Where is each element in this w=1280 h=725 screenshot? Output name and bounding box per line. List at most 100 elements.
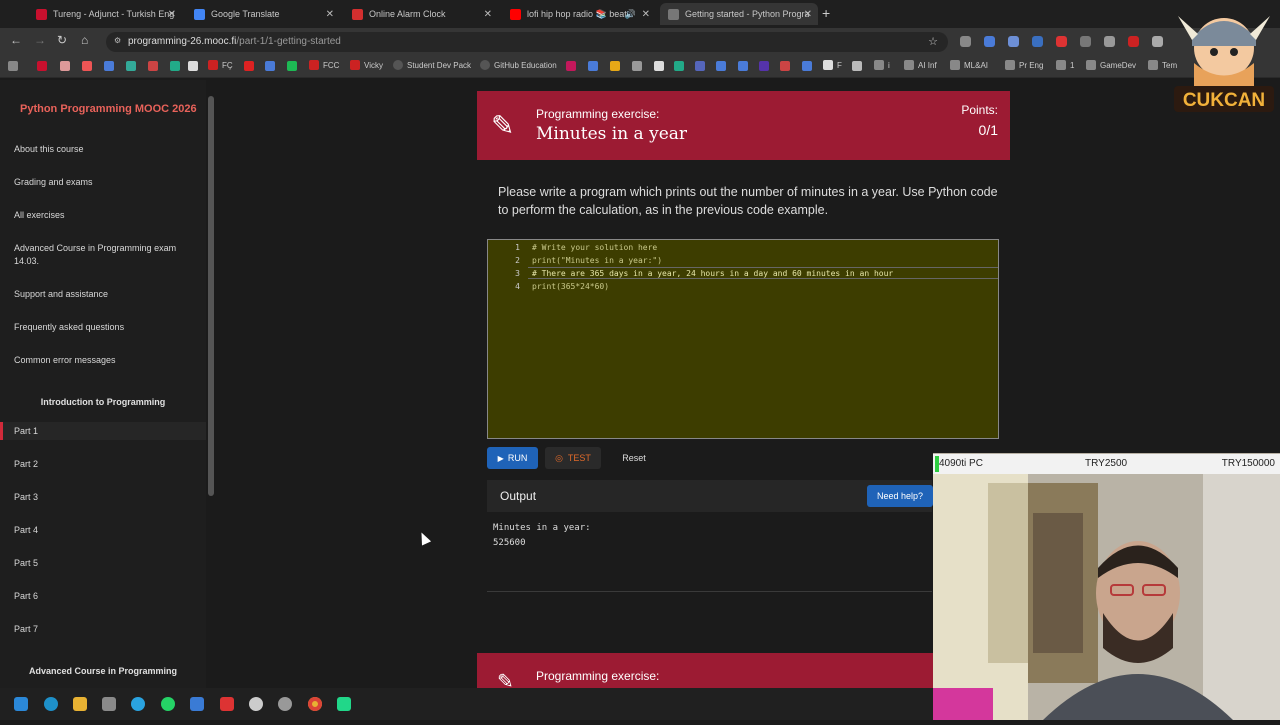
need-help-button[interactable]: Need help? <box>867 485 933 507</box>
code-line[interactable]: print(365*24*60) <box>532 282 609 291</box>
back-icon[interactable]: ← <box>10 33 22 47</box>
sidebar-item-advanced-exam[interactable]: Advanced Course in Programming exam 14.0… <box>14 242 194 268</box>
sidebar-item-part-2[interactable]: Part 2 <box>14 458 38 471</box>
close-tab-icon[interactable]: ✕ <box>804 9 812 20</box>
extension-icon[interactable] <box>1032 36 1043 47</box>
bookmark-icon[interactable] <box>802 61 812 71</box>
site-info-icon[interactable]: ⚙ <box>114 36 121 45</box>
speaker-icon[interactable]: 🔊 <box>625 9 636 20</box>
edge-icon[interactable] <box>44 697 58 711</box>
spotify-icon[interactable] <box>287 61 297 71</box>
bookmark-folder[interactable]: Pr Eng <box>1005 60 1043 70</box>
bookmark-icon[interactable] <box>60 61 70 71</box>
bookmark-icon[interactable] <box>632 61 642 71</box>
file-explorer-icon[interactable] <box>73 697 87 711</box>
new-tab-icon[interactable]: + <box>822 5 830 21</box>
url-field[interactable]: ⚙ programming-26.mooc.fi/part-1/1-gettin… <box>106 32 948 52</box>
run-button[interactable]: ▶ RUN <box>487 447 538 469</box>
bookmark-icon[interactable] <box>170 61 180 71</box>
extension-icon[interactable] <box>1008 36 1019 47</box>
chrome-icon[interactable] <box>308 697 322 711</box>
close-tab-icon[interactable]: ✕ <box>642 9 650 20</box>
extension-icon[interactable] <box>1128 36 1139 47</box>
close-tab-icon[interactable]: ✕ <box>484 9 492 20</box>
bookmark-icon[interactable] <box>610 61 620 71</box>
bookmark-icon[interactable] <box>265 61 275 71</box>
sidebar-item-part-1[interactable]: Part 1 <box>14 425 38 438</box>
bookmark-link[interactable]: FCC <box>309 60 339 70</box>
app-icon[interactable] <box>249 697 263 711</box>
bookmark-link[interactable]: F <box>823 60 842 70</box>
bookmark-icon[interactable] <box>82 61 92 71</box>
code-line[interactable]: # There are 365 days in a year, 24 hours… <box>532 269 893 278</box>
browser-tab[interactable]: Tureng - Adjunct - Turkish Eng ✕ <box>28 3 182 25</box>
adblock-icon[interactable] <box>1056 36 1067 47</box>
bookmark-icon[interactable] <box>104 61 114 71</box>
home-icon[interactable]: ⌂ <box>81 33 88 47</box>
sidebar-item-errors[interactable]: Common error messages <box>14 354 116 367</box>
code-editor[interactable]: 1 # Write your solution here 2 print("Mi… <box>487 239 999 439</box>
bookmark-icon[interactable] <box>759 61 769 71</box>
extension-icon[interactable] <box>1080 36 1091 47</box>
course-title[interactable]: Python Programming MOOC 2026 <box>20 103 197 115</box>
bookmark-folder[interactable]: i <box>874 60 890 70</box>
bookmark-icon[interactable] <box>695 61 705 71</box>
extension-icon[interactable] <box>960 36 971 47</box>
bookmark-star-icon[interactable]: ☆ <box>928 35 938 48</box>
sidebar-item-part-5[interactable]: Part 5 <box>14 557 38 570</box>
code-line[interactable]: # Write your solution here <box>532 243 657 252</box>
app-icon[interactable] <box>102 697 116 711</box>
sidebar-item-part-3[interactable]: Part 3 <box>14 491 38 504</box>
sidebar-item-part-6[interactable]: Part 6 <box>14 590 38 603</box>
extension-icon[interactable] <box>1104 36 1115 47</box>
sidebar-item-grading[interactable]: Grading and exams <box>14 176 93 189</box>
windows-start-icon[interactable] <box>14 697 28 711</box>
pycharm-icon[interactable] <box>337 697 351 711</box>
reload-icon[interactable]: ↻ <box>57 33 67 47</box>
telegram-icon[interactable] <box>131 697 145 711</box>
close-tab-icon[interactable]: ✕ <box>168 9 176 20</box>
bookmark-link[interactable]: GitHub Education <box>480 60 557 70</box>
code-line[interactable]: print("Minutes in a year:") <box>532 256 662 265</box>
bookmark-link[interactable]: FÇ <box>208 60 233 70</box>
bookmark-icon[interactable] <box>126 61 136 71</box>
extension-icon[interactable] <box>984 36 995 47</box>
browser-tab[interactable]: Online Alarm Clock ✕ <box>344 3 498 25</box>
sidebar-item-all-exercises[interactable]: All exercises <box>14 209 65 222</box>
reset-button[interactable]: Reset <box>612 447 656 469</box>
bookmark-folder[interactable]: ML&AI <box>950 60 988 70</box>
sidebar-item-faq[interactable]: Frequently asked questions <box>14 321 124 334</box>
sidebar-item-part-7[interactable]: Part 7 <box>14 623 38 636</box>
browser-tab[interactable]: Google Translate ✕ <box>186 3 340 25</box>
sidebar-item-about[interactable]: About this course <box>14 143 84 156</box>
sidebar-item-support[interactable]: Support and assistance <box>14 288 108 301</box>
extension-icon[interactable] <box>1152 36 1163 47</box>
app-icon[interactable] <box>190 697 204 711</box>
sidebar-section-intro[interactable]: Introduction to Programming <box>0 397 206 407</box>
browser-tab-active[interactable]: Getting started - Python Progra ✕ <box>660 3 818 25</box>
browser-tab[interactable]: lofi hip hop radio 📚 beats 🔊 ✕ <box>502 3 656 25</box>
bookmark-icon[interactable] <box>852 61 862 71</box>
bookmark-icon[interactable] <box>244 61 254 71</box>
bookmark-folder[interactable]: 1 <box>1056 60 1074 70</box>
bookmark-icon[interactable] <box>738 61 748 71</box>
bookmark-icon[interactable] <box>654 61 664 71</box>
forward-icon[interactable]: → <box>34 33 46 47</box>
sidebar-scrollbar[interactable] <box>207 84 215 688</box>
bookmark-folder[interactable]: GameDev <box>1086 60 1136 70</box>
apps-grid-icon[interactable] <box>8 61 18 71</box>
bookmark-icon[interactable] <box>588 61 598 71</box>
sidebar-item-part-4[interactable]: Part 4 <box>14 524 38 537</box>
bookmark-folder[interactable]: AI Inf <box>904 60 937 70</box>
whatsapp-icon[interactable] <box>161 697 175 711</box>
bookmark-icon[interactable] <box>780 61 790 71</box>
sidebar-section-advanced[interactable]: Advanced Course in Programming <box>0 666 206 676</box>
bookmark-icon[interactable] <box>674 61 684 71</box>
test-button[interactable]: ◎ TEST <box>545 447 601 469</box>
app-icon[interactable] <box>278 697 292 711</box>
app-icon[interactable] <box>220 697 234 711</box>
bookmark-link[interactable]: Vicky <box>350 60 383 70</box>
bookmark-icon[interactable] <box>188 61 198 71</box>
bookmark-icon[interactable] <box>716 61 726 71</box>
close-tab-icon[interactable]: ✕ <box>326 9 334 20</box>
